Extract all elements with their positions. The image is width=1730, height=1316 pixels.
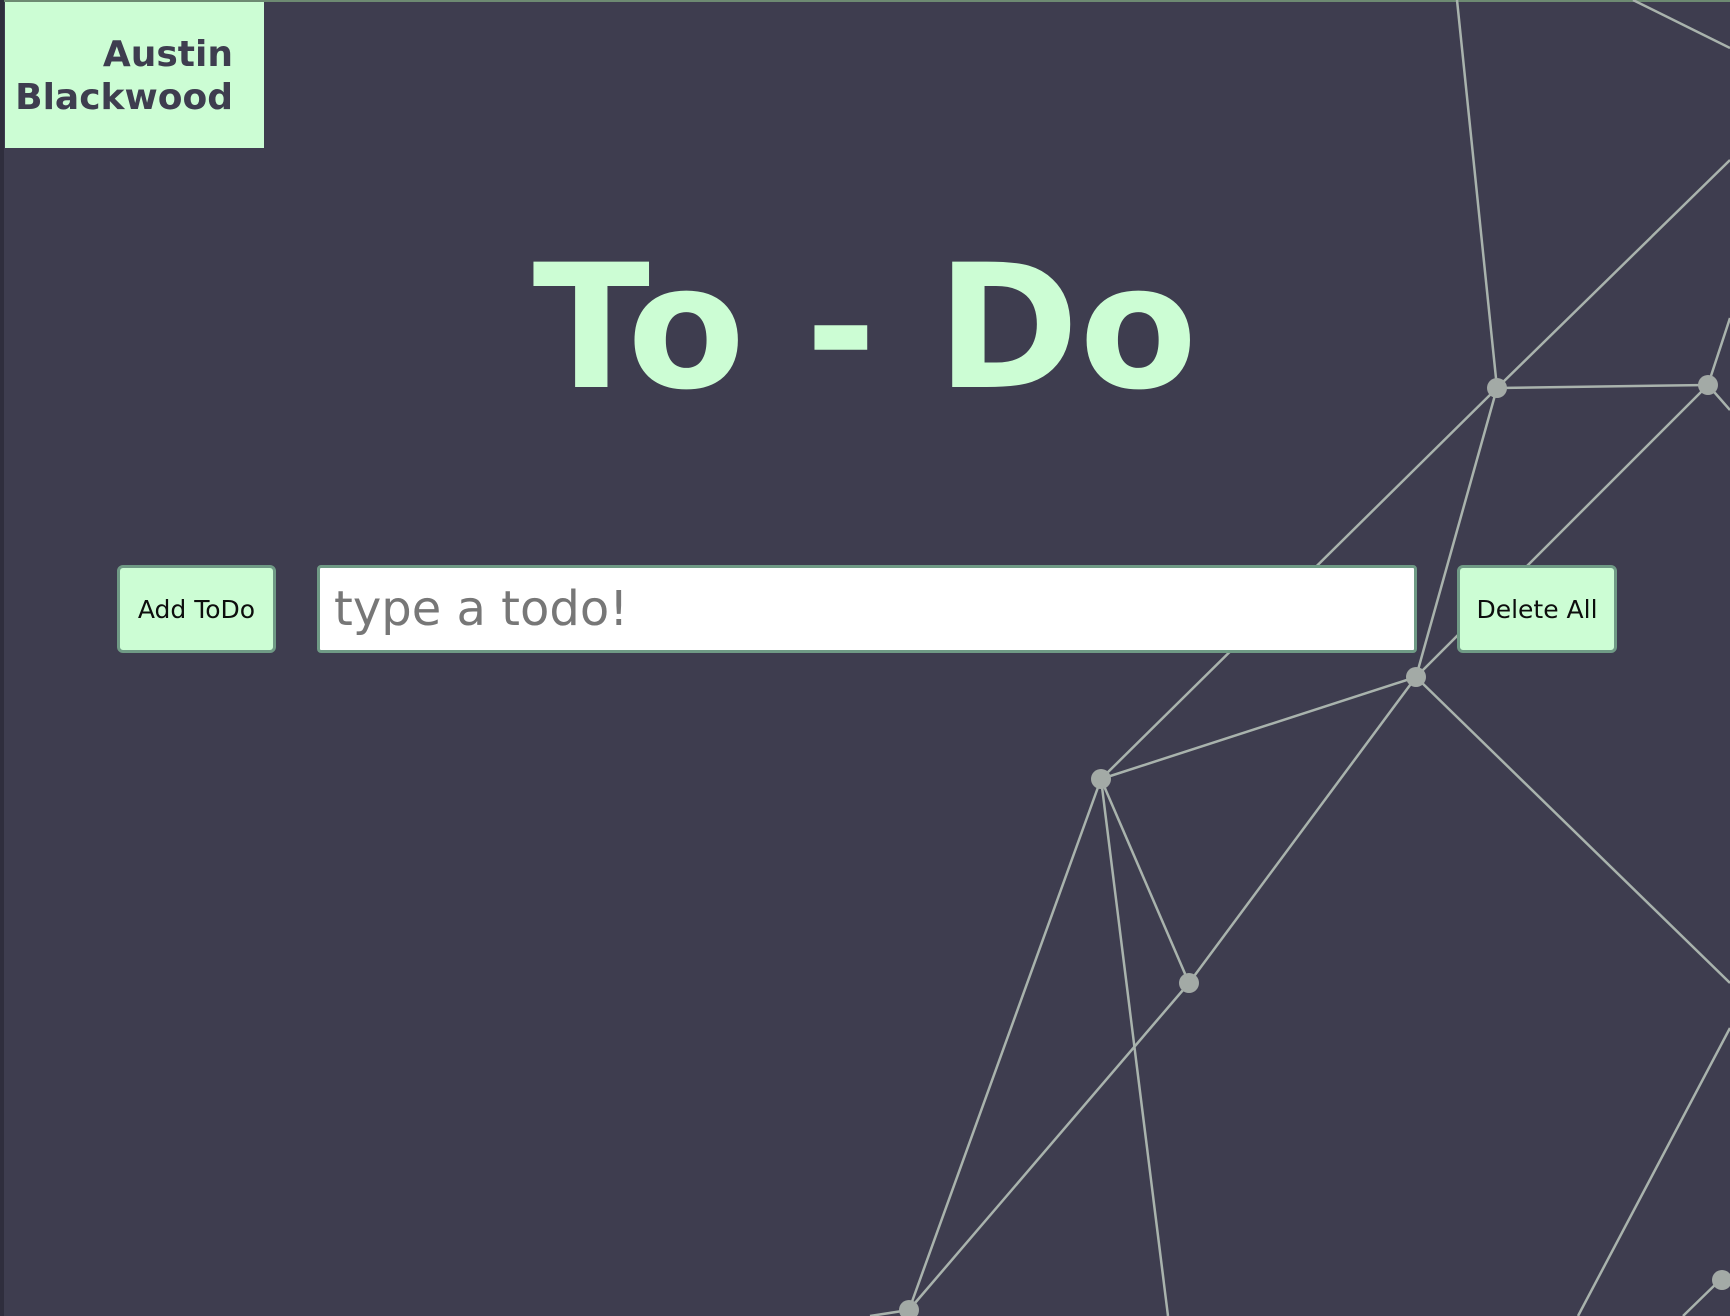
author-name-badge: Austin Blackwood — [5, 2, 264, 148]
page-title: To - Do — [532, 227, 1198, 428]
author-first-name: Austin — [102, 34, 233, 75]
todo-input[interactable] — [317, 565, 1417, 653]
background-network-graphic — [869, 0, 1730, 1316]
delete-all-button[interactable]: Delete All — [1457, 565, 1617, 653]
author-last-name: Blackwood — [15, 77, 233, 118]
add-todo-button[interactable]: Add ToDo — [117, 565, 276, 653]
